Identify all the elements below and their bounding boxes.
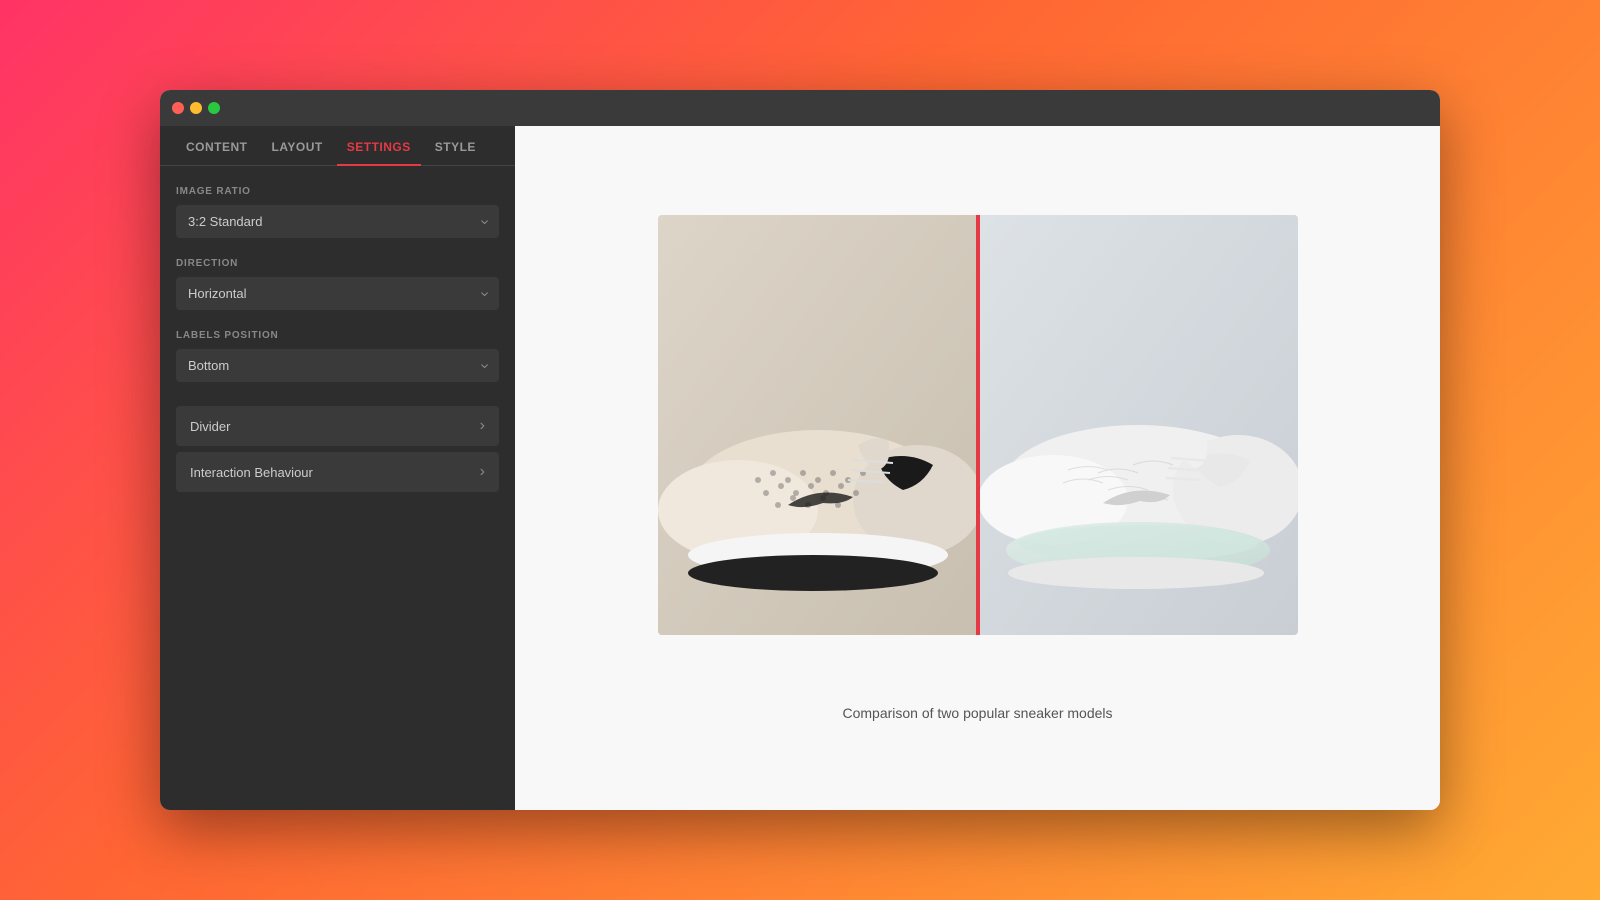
comparison-wrapper: Nike Air Max 270 Nike Air Max 720 Compar… xyxy=(658,215,1298,721)
maximize-button[interactable] xyxy=(208,102,220,114)
labels-position-label: LABELS POSITION xyxy=(176,330,499,341)
image-ratio-label: IMAGE RATIO xyxy=(176,186,499,197)
tabs: CONTENT LAYOUT SETTINGS STYLE xyxy=(160,126,515,166)
labels-position-select-wrapper: Top Bottom Hidden xyxy=(176,349,499,382)
labels-position-select[interactable]: Top Bottom Hidden xyxy=(176,349,499,382)
tab-content[interactable]: CONTENT xyxy=(176,126,258,166)
labels-position-group: LABELS POSITION Top Bottom Hidden xyxy=(176,330,499,382)
traffic-lights xyxy=(172,102,220,114)
divider-accordion[interactable]: Divider › xyxy=(176,406,499,446)
divider-accordion-label: Divider xyxy=(190,419,230,434)
divider-chevron-icon: › xyxy=(480,417,485,435)
direction-select[interactable]: Horizontal Vertical xyxy=(176,277,499,310)
interaction-behaviour-chevron-icon: › xyxy=(480,463,485,481)
direction-group: DIRECTION Horizontal Vertical xyxy=(176,258,499,310)
direction-label: DIRECTION xyxy=(176,258,499,269)
sidebar: CONTENT LAYOUT SETTINGS STYLE IMAGE RATI… xyxy=(160,126,515,810)
interaction-behaviour-label: Interaction Behaviour xyxy=(190,465,313,480)
main-content: Nike Air Max 270 Nike Air Max 720 Compar… xyxy=(515,126,1440,810)
image-ratio-group: IMAGE RATIO 1:1 Square 3:2 Standard 16:9… xyxy=(176,186,499,238)
image-ratio-select-wrapper: 1:1 Square 3:2 Standard 16:9 Widescreen … xyxy=(176,205,499,238)
app-window: CONTENT LAYOUT SETTINGS STYLE IMAGE RATI… xyxy=(160,90,1440,810)
image-ratio-select[interactable]: 1:1 Square 3:2 Standard 16:9 Widescreen … xyxy=(176,205,499,238)
app-body: CONTENT LAYOUT SETTINGS STYLE IMAGE RATI… xyxy=(160,126,1440,810)
tab-layout[interactable]: LAYOUT xyxy=(262,126,333,166)
comparison-divider xyxy=(976,215,980,635)
direction-select-wrapper: Horizontal Vertical xyxy=(176,277,499,310)
tab-style[interactable]: STYLE xyxy=(425,126,486,166)
accordions: Divider › Interaction Behaviour › xyxy=(176,406,499,492)
interaction-behaviour-accordion[interactable]: Interaction Behaviour › xyxy=(176,452,499,492)
comparison-caption: Comparison of two popular sneaker models xyxy=(842,705,1112,721)
titlebar xyxy=(160,90,1440,126)
sidebar-content: IMAGE RATIO 1:1 Square 3:2 Standard 16:9… xyxy=(160,166,515,512)
tab-settings[interactable]: SETTINGS xyxy=(337,126,421,166)
close-button[interactable] xyxy=(172,102,184,114)
left-image xyxy=(658,215,978,635)
minimize-button[interactable] xyxy=(190,102,202,114)
right-image xyxy=(978,215,1298,635)
comparison-container[interactable]: Nike Air Max 270 Nike Air Max 720 xyxy=(658,215,1298,635)
